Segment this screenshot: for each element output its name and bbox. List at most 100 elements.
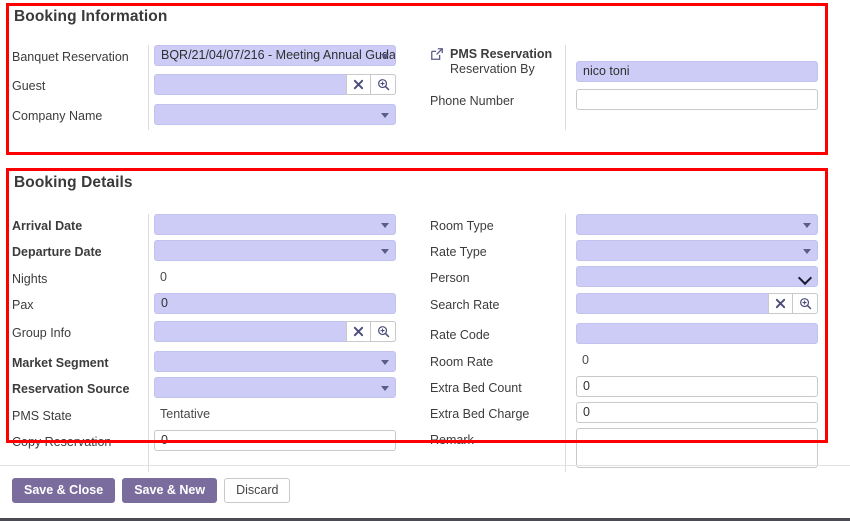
pax-input[interactable]: 0	[154, 293, 396, 314]
person-select[interactable]	[576, 266, 818, 287]
save-and-close-button[interactable]: Save & Close	[12, 478, 116, 503]
field-room-type: Room Type	[430, 214, 850, 236]
label-copy-reservation: Copy Reservation	[12, 435, 112, 449]
search-rate-lookup-buttons	[768, 293, 818, 314]
label-rate-type: Rate Type	[430, 245, 487, 259]
field-pax: Pax 0	[12, 293, 425, 315]
field-arrival-date: Arrival Date	[12, 214, 425, 236]
banquet-reservation-value: BQR/21/04/07/216 - Meeting Annual Gudar	[161, 48, 395, 62]
phone-number-input[interactable]	[576, 89, 818, 110]
arrival-date-dropdown[interactable]	[154, 214, 396, 235]
label-remark: Remark	[430, 433, 474, 447]
extra-bed-charge-input[interactable]: 0	[576, 402, 818, 423]
form-action-bar: Save & Close Save & New Discard	[12, 478, 291, 503]
external-link-icon[interactable]	[430, 47, 444, 61]
field-room-rate: Room Rate 0	[430, 350, 850, 372]
label-extra-bed-charge: Extra Bed Charge	[430, 407, 530, 421]
extra-bed-count-input[interactable]: 0	[576, 376, 818, 397]
search-rate-clear-button[interactable]	[768, 293, 793, 314]
group-info-clear-button[interactable]	[346, 321, 371, 342]
magnifier-plus-icon	[377, 79, 389, 91]
booking-details-title: Booking Details	[14, 174, 133, 191]
label-room-rate: Room Rate	[430, 355, 494, 369]
field-guest: Guest	[12, 74, 425, 96]
guest-lookup	[154, 74, 396, 95]
group-info-lookup	[154, 321, 396, 342]
label-pms-reservation: PMS Reservation Reservation By	[430, 45, 570, 77]
guest-search-button[interactable]	[371, 74, 396, 95]
close-x-icon	[353, 326, 364, 337]
field-rate-code: Rate Code	[430, 323, 850, 345]
chevron-down-icon	[803, 222, 811, 228]
footer-divider	[0, 465, 850, 466]
room-type-dropdown[interactable]	[576, 214, 818, 235]
field-nights: Nights 0	[12, 267, 425, 289]
field-pms-state: PMS State Tentative	[12, 404, 425, 426]
pms-state-value: Tentative	[160, 407, 211, 421]
label-company-name: Company Name	[12, 109, 103, 123]
label-pax: Pax	[12, 298, 34, 312]
guest-lookup-buttons	[346, 74, 396, 95]
close-x-icon	[353, 79, 364, 90]
group-info-search-button[interactable]	[371, 321, 396, 342]
search-rate-search-button[interactable]	[793, 293, 818, 314]
copy-reservation-input[interactable]: 0	[154, 430, 396, 451]
label-banquet-reservation: Banquet Reservation	[12, 50, 129, 64]
label-room-type: Room Type	[430, 219, 494, 233]
label-pms-state: PMS State	[12, 409, 72, 423]
chevron-down-icon	[381, 248, 389, 254]
field-pms-reservation: PMS Reservation Reservation By nico toni	[430, 45, 850, 82]
save-and-new-button[interactable]: Save & New	[122, 478, 218, 503]
field-remark: Remark	[430, 428, 850, 468]
nights-value: 0	[160, 270, 167, 284]
pms-reservation-label-line1: PMS Reservation	[450, 47, 553, 61]
remark-textarea[interactable]	[576, 428, 818, 468]
booking-details-right-column: Room Type Rate Type Person Search Rate R…	[425, 214, 850, 472]
label-departure-date: Departure Date	[12, 245, 102, 259]
pms-reservation-label-line2: Reservation By	[450, 62, 535, 76]
chevron-down-icon	[381, 53, 389, 59]
room-rate-value: 0	[582, 353, 589, 367]
rate-code-input[interactable]	[576, 323, 818, 344]
booking-information-left-column: Banquet Reservation BQR/21/04/07/216 - M…	[0, 45, 425, 130]
chevron-down-icon	[797, 270, 813, 285]
booking-details-left-column: Arrival Date Departure Date Nights 0 Pax…	[0, 214, 425, 472]
discard-button[interactable]: Discard	[224, 478, 291, 503]
label-extra-bed-count: Extra Bed Count	[430, 381, 522, 395]
banquet-reservation-dropdown[interactable]: BQR/21/04/07/216 - Meeting Annual Gudar	[154, 45, 396, 66]
label-group-info: Group Info	[12, 326, 72, 340]
label-phone-number: Phone Number	[430, 94, 515, 108]
field-market-segment: Market Segment	[12, 351, 425, 373]
label-guest: Guest	[12, 79, 46, 93]
field-extra-bed-count: Extra Bed Count 0	[430, 376, 850, 398]
booking-information-right-column: PMS Reservation Reservation By nico toni…	[425, 45, 850, 130]
chevron-down-icon	[381, 385, 389, 391]
magnifier-plus-icon	[799, 298, 811, 310]
chevron-down-icon	[381, 222, 389, 228]
market-segment-dropdown[interactable]	[154, 351, 396, 372]
field-person: Person	[430, 266, 850, 288]
booking-information-title: Booking Information	[14, 8, 168, 25]
label-arrival-date: Arrival Date	[12, 219, 83, 233]
search-rate-lookup	[576, 293, 818, 314]
label-market-segment: Market Segment	[12, 356, 109, 370]
reservation-source-dropdown[interactable]	[154, 377, 396, 398]
label-person: Person	[430, 271, 470, 285]
field-departure-date: Departure Date	[12, 240, 425, 262]
chevron-down-icon	[381, 359, 389, 365]
label-rate-code: Rate Code	[430, 328, 490, 342]
field-rate-type: Rate Type	[430, 240, 850, 262]
field-banquet-reservation: Banquet Reservation BQR/21/04/07/216 - M…	[12, 45, 425, 67]
close-x-icon	[775, 298, 786, 309]
departure-date-dropdown[interactable]	[154, 240, 396, 261]
reservation-by-input[interactable]: nico toni	[576, 61, 818, 82]
company-name-dropdown[interactable]	[154, 104, 396, 125]
label-nights: Nights	[12, 272, 48, 286]
field-group-info: Group Info	[12, 321, 425, 343]
chevron-down-icon	[803, 248, 811, 254]
label-reservation-source: Reservation Source	[12, 382, 130, 396]
rate-type-dropdown[interactable]	[576, 240, 818, 261]
field-reservation-source: Reservation Source	[12, 377, 425, 399]
field-company-name: Company Name	[12, 104, 425, 126]
guest-clear-button[interactable]	[346, 74, 371, 95]
